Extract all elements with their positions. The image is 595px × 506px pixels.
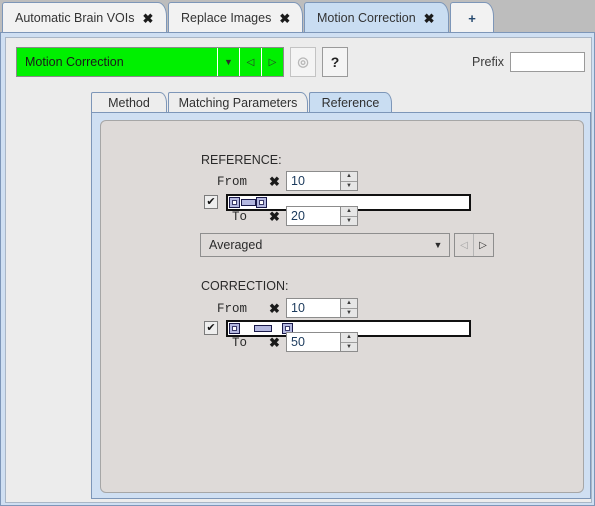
chevron-left-icon: ◁ bbox=[246, 56, 255, 68]
chevron-right-icon: ▷ bbox=[268, 56, 277, 68]
reference-from-spin-buttons: ▲ ▼ bbox=[340, 172, 357, 190]
target-button[interactable]: ◎ bbox=[290, 47, 316, 77]
reference-form: REFERENCE: From ✖ 10 ▲ ▼ ✔ To ✖ 20 ▲ ▼ A… bbox=[100, 120, 584, 493]
correction-from-clear-icon[interactable]: ✖ bbox=[269, 302, 280, 315]
reference-range-checkbox[interactable]: ✔ bbox=[204, 195, 218, 209]
reference-mode-combobox[interactable]: Averaged ▼ bbox=[200, 233, 450, 257]
close-icon[interactable]: ✖ bbox=[279, 12, 290, 25]
reference-from-label: From bbox=[216, 175, 247, 189]
window-frame: Motion Correction ▼ ◁ ▷ ◎ ? Prefix Metho… bbox=[0, 33, 595, 506]
question-mark-icon: ? bbox=[330, 54, 340, 70]
module-selector[interactable]: Motion Correction ▼ ◁ ▷ bbox=[16, 47, 284, 77]
correction-range-checkbox[interactable]: ✔ bbox=[204, 321, 218, 335]
reference-tab-panel: REFERENCE: From ✖ 10 ▲ ▼ ✔ To ✖ 20 ▲ ▼ A… bbox=[91, 112, 591, 499]
tab-automatic-brain-vois[interactable]: Automatic Brain VOIs ✖ bbox=[2, 2, 167, 33]
window-content: Motion Correction ▼ ◁ ▷ ◎ ? Prefix Metho… bbox=[5, 37, 592, 503]
reference-mode-prev-button[interactable]: ◁ bbox=[455, 234, 474, 256]
reference-range-fill[interactable] bbox=[241, 199, 256, 206]
reference-to-clear-icon[interactable]: ✖ bbox=[269, 210, 280, 223]
tab-replace-images[interactable]: Replace Images ✖ bbox=[168, 2, 303, 33]
module-toolbar: Motion Correction ▼ ◁ ▷ ◎ ? bbox=[16, 47, 348, 77]
reference-range-handle-low[interactable] bbox=[229, 197, 240, 208]
tab-reference[interactable]: Reference bbox=[309, 92, 392, 113]
correction-from-value[interactable]: 10 bbox=[287, 299, 340, 317]
chevron-down-icon[interactable]: ▼ bbox=[427, 240, 449, 250]
close-icon[interactable]: ✖ bbox=[143, 12, 154, 25]
check-icon: ✔ bbox=[206, 195, 216, 208]
spinner-up-icon[interactable]: ▲ bbox=[341, 333, 357, 343]
reference-from-spinner[interactable]: 10 ▲ ▼ bbox=[286, 171, 358, 191]
reference-to-spin-buttons: ▲ ▼ bbox=[340, 207, 357, 225]
inner-tab-label: Reference bbox=[321, 96, 380, 110]
reference-section-heading: REFERENCE: bbox=[201, 153, 282, 167]
prefix-group: Prefix bbox=[472, 52, 585, 72]
target-icon: ◎ bbox=[297, 54, 309, 69]
correction-range-handle-low[interactable] bbox=[229, 323, 240, 334]
prefix-label: Prefix bbox=[472, 55, 504, 69]
reference-mode-nav: ◁ ▷ bbox=[454, 233, 494, 257]
close-icon[interactable]: ✖ bbox=[424, 12, 435, 25]
inner-tab-label: Matching Parameters bbox=[178, 96, 298, 110]
reference-mode-next-button[interactable]: ▷ bbox=[474, 234, 492, 256]
module-dropdown-button[interactable]: ▼ bbox=[217, 48, 239, 76]
reference-range-handle-high[interactable] bbox=[256, 197, 267, 208]
module-prev-button[interactable]: ◁ bbox=[239, 48, 261, 76]
main-tab-bar: Automatic Brain VOIs ✖ Replace Images ✖ … bbox=[0, 0, 595, 33]
spinner-down-icon[interactable]: ▼ bbox=[341, 342, 357, 351]
correction-to-spinner[interactable]: 50 ▲ ▼ bbox=[286, 332, 358, 352]
inner-tab-label: Method bbox=[108, 96, 150, 110]
tab-matching-parameters[interactable]: Matching Parameters bbox=[168, 92, 308, 113]
correction-section-heading: CORRECTION: bbox=[201, 279, 289, 293]
spinner-down-icon[interactable]: ▼ bbox=[341, 308, 357, 317]
module-next-button[interactable]: ▷ bbox=[261, 48, 283, 76]
correction-range-fill[interactable] bbox=[254, 325, 272, 332]
prefix-input[interactable] bbox=[510, 52, 585, 72]
correction-to-clear-icon[interactable]: ✖ bbox=[269, 336, 280, 349]
correction-to-spin-buttons: ▲ ▼ bbox=[340, 333, 357, 351]
correction-from-spin-buttons: ▲ ▼ bbox=[340, 299, 357, 317]
correction-to-value[interactable]: 50 bbox=[287, 333, 340, 351]
chevron-right-icon: ▷ bbox=[479, 239, 487, 251]
chevron-left-icon: ◁ bbox=[460, 239, 468, 251]
tab-label: Automatic Brain VOIs bbox=[15, 11, 135, 25]
correction-to-label: To bbox=[231, 336, 247, 350]
tab-label: Motion Correction bbox=[317, 11, 416, 25]
correction-from-label: From bbox=[216, 302, 247, 316]
chevron-down-icon: ▼ bbox=[224, 57, 233, 67]
help-button[interactable]: ? bbox=[322, 47, 348, 77]
add-tab-button[interactable]: + bbox=[450, 2, 494, 33]
spinner-down-icon[interactable]: ▼ bbox=[341, 181, 357, 190]
spinner-up-icon[interactable]: ▲ bbox=[341, 207, 357, 217]
reference-to-spinner[interactable]: 20 ▲ ▼ bbox=[286, 206, 358, 226]
spinner-up-icon[interactable]: ▲ bbox=[341, 299, 357, 309]
plus-icon: + bbox=[468, 10, 476, 26]
module-title: Motion Correction bbox=[25, 55, 124, 69]
tab-method[interactable]: Method bbox=[91, 92, 167, 113]
spinner-up-icon[interactable]: ▲ bbox=[341, 172, 357, 182]
check-icon: ✔ bbox=[206, 321, 216, 334]
reference-from-clear-icon[interactable]: ✖ bbox=[269, 175, 280, 188]
correction-from-spinner[interactable]: 10 ▲ ▼ bbox=[286, 298, 358, 318]
reference-to-label: To bbox=[231, 210, 247, 224]
reference-mode-value: Averaged bbox=[209, 238, 263, 252]
reference-to-value[interactable]: 20 bbox=[287, 207, 340, 225]
tab-label: Replace Images bbox=[181, 11, 272, 25]
tab-motion-correction[interactable]: Motion Correction ✖ bbox=[304, 2, 449, 33]
reference-from-value[interactable]: 10 bbox=[287, 172, 340, 190]
spinner-down-icon[interactable]: ▼ bbox=[341, 216, 357, 225]
